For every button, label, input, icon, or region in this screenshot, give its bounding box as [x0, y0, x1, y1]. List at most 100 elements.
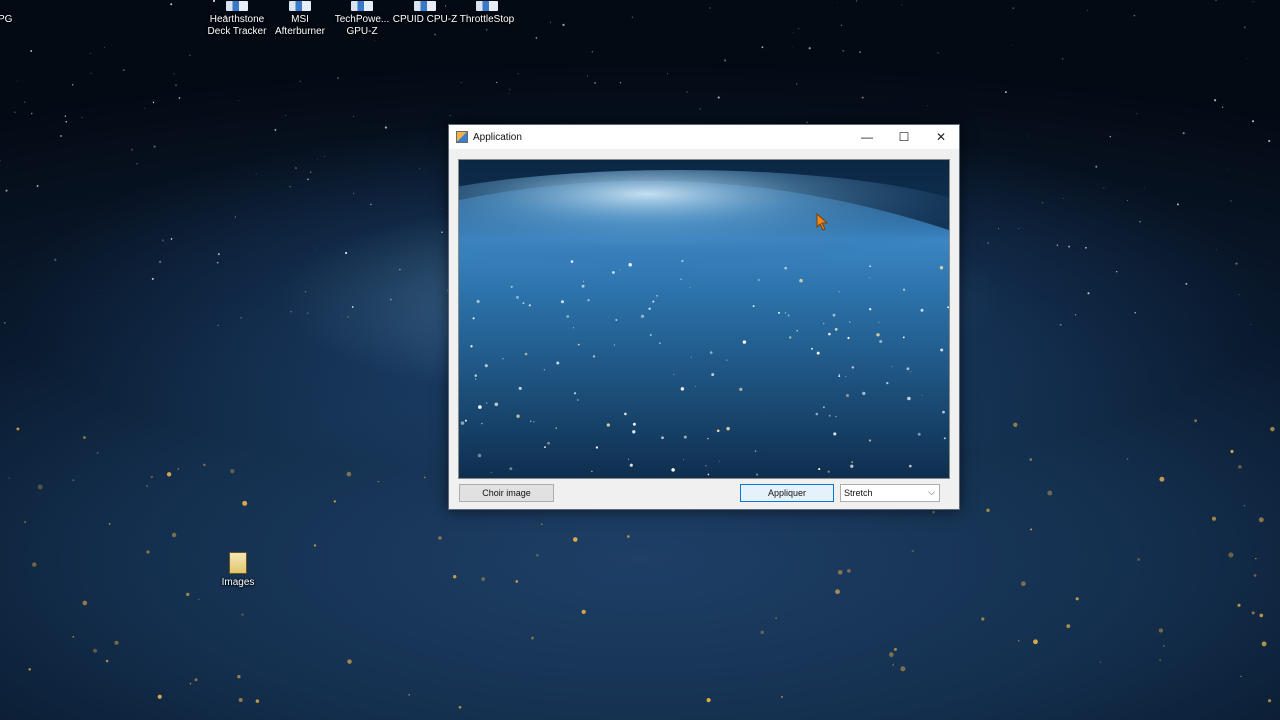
star	[158, 260, 162, 263]
star	[16, 80, 18, 82]
star	[1252, 1, 1254, 3]
desktop-icon-gpu-z[interactable]: TechPowe... GPU-Z	[327, 1, 397, 38]
city-light	[83, 436, 86, 439]
city-light	[237, 675, 241, 679]
star	[304, 291, 307, 293]
city-light	[1033, 639, 1038, 645]
star	[376, 329, 378, 330]
star	[549, 21, 551, 23]
desktop-icon-throttlestop[interactable]: ThrottleStop	[452, 1, 522, 26]
cpu-z-icon	[414, 1, 436, 11]
star	[36, 185, 39, 187]
star	[840, 24, 843, 27]
desktop-icon-images[interactable]: Images	[203, 552, 273, 589]
window-titlebar[interactable]: Application — ☐ ✕	[449, 125, 959, 149]
star	[1182, 132, 1185, 135]
city-light	[1253, 574, 1257, 577]
city-light	[146, 550, 150, 554]
city-light	[640, 314, 645, 319]
star	[686, 91, 688, 93]
star	[294, 166, 298, 170]
city-light	[680, 278, 682, 280]
city-light	[707, 437, 709, 440]
city-light	[72, 479, 75, 482]
star	[1215, 0, 1217, 2]
city-light	[917, 432, 921, 436]
city-light	[484, 364, 488, 368]
city-light	[850, 464, 854, 468]
desktop-icon-msi-afterburner[interactable]: MSI Afterburner	[265, 1, 335, 38]
star	[987, 242, 990, 244]
star	[1133, 14, 1136, 17]
city-light	[1238, 465, 1242, 469]
city-light	[1047, 490, 1053, 496]
star	[170, 238, 173, 240]
city-light	[570, 260, 574, 263]
city-light	[739, 387, 743, 392]
star	[324, 156, 325, 157]
star	[792, 46, 794, 48]
city-light	[460, 421, 465, 425]
city-light	[902, 336, 905, 339]
star	[5, 189, 8, 192]
city-light	[32, 562, 37, 567]
city-light	[868, 439, 872, 442]
star	[104, 47, 106, 48]
star	[90, 72, 92, 74]
star	[631, 16, 633, 18]
maximize-button[interactable]: ☐	[886, 125, 922, 149]
city-light	[150, 475, 154, 479]
star	[1095, 165, 1098, 168]
star	[419, 168, 420, 169]
city-light	[680, 387, 685, 391]
star	[64, 115, 66, 117]
star	[151, 277, 154, 280]
city-light	[547, 441, 550, 445]
star	[619, 82, 622, 84]
city-light	[903, 288, 906, 291]
city-light	[908, 464, 912, 468]
star	[1215, 249, 1217, 250]
city-light	[72, 635, 75, 638]
size-mode-select[interactable]: Stretch ⌵	[840, 484, 940, 502]
city-light	[333, 500, 336, 503]
city-light	[242, 500, 248, 506]
star	[1235, 262, 1238, 265]
city-light	[576, 399, 579, 401]
star	[399, 268, 401, 271]
star	[724, 59, 727, 62]
city-light	[146, 485, 148, 487]
desktop-icon-cpu-z[interactable]: CPUID CPU-Z	[390, 1, 460, 26]
star	[717, 96, 720, 99]
choose-image-button[interactable]: Choir image	[459, 484, 554, 502]
city-light	[1029, 458, 1033, 461]
city-light	[673, 373, 675, 376]
city-light	[742, 340, 747, 344]
city-light	[516, 414, 520, 418]
city-light	[822, 322, 825, 325]
city-light	[573, 392, 577, 395]
city-light	[515, 295, 519, 299]
star	[1087, 9, 1088, 11]
minimize-button[interactable]: —	[849, 125, 885, 149]
star	[71, 83, 74, 86]
close-button[interactable]: ✕	[923, 125, 959, 149]
city-light	[891, 366, 893, 368]
city-light	[528, 304, 531, 307]
city-light	[458, 705, 462, 709]
desktop-icon-hearthstone[interactable]: Hearthstone Deck Tracker	[202, 1, 272, 38]
city-light	[544, 446, 546, 449]
city-light	[816, 351, 820, 355]
city-light	[1230, 449, 1234, 454]
city-light	[478, 405, 482, 409]
city-light	[828, 332, 831, 336]
city-light	[96, 451, 99, 454]
city-light	[531, 636, 534, 640]
city-light	[822, 406, 825, 409]
city-light	[932, 510, 935, 514]
apply-button[interactable]: Appliquer	[740, 484, 834, 502]
city-light	[851, 366, 854, 369]
city-light	[868, 277, 870, 278]
city-light	[681, 259, 684, 263]
city-light	[377, 480, 379, 483]
